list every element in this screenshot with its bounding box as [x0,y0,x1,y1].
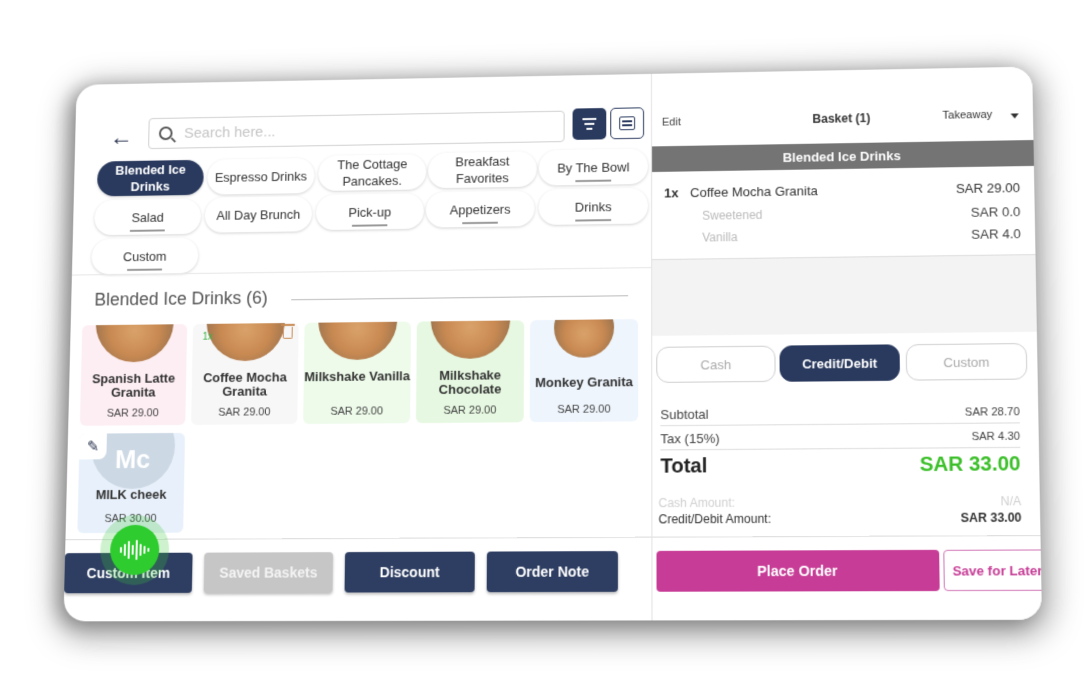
underline [462,221,498,225]
sound-wave-icon [109,524,160,576]
pencil-icon[interactable]: ✎ [79,433,107,460]
modifier-price: SAR 4.0 [971,226,1021,242]
basket-modifier: Vanilla SAR 4.0 [664,226,1021,245]
category-cottage-pancakes[interactable]: The Cottage Pancakes. [318,154,427,192]
card-amount-row: Credit/Debit Amount: SAR 33.00 [658,510,1021,526]
filter-button[interactable] [572,107,607,140]
tab-credit-debit[interactable]: Credit/Debit [779,344,900,382]
section-title: Blended Ice Drinks (6) [94,287,268,310]
item-price: SAR 29.00 [955,180,1021,197]
divider [660,422,1020,427]
cash-amount-value: N/A [1000,493,1022,509]
product-card[interactable]: Spanish Latte Granita SAR 29.00 [79,324,188,426]
category-tabs: Blended Ice Drinks Espresso Drinks The C… [91,148,649,275]
category-custom[interactable]: Custom [91,237,199,275]
section-divider [291,295,629,301]
underline [575,219,612,222]
product-name: MILK cheek [95,486,167,503]
product-price: SAR 29.00 [330,405,384,418]
filter-icon [582,117,597,130]
basket-panel: Edit Basket (1) Takeaway Blended Ice Dri… [651,66,1042,621]
underline [575,179,612,183]
product-name: Monkey Granita [535,374,633,391]
total-value: SAR 33.00 [919,453,1021,477]
item-quantity: 1x [664,185,679,201]
product-card[interactable]: 1x Coffee Mocha Granita SAR 29.00 [191,322,299,425]
item-name: Coffee Mocha Granita [690,183,818,201]
trash-icon[interactable] [282,326,293,339]
category-all-day-brunch[interactable]: All Day Brunch [204,196,313,233]
product-name: Milkshake Chocolate [438,367,502,397]
product-name: Spanish Latte Granita [91,370,176,400]
product-image [553,319,615,358]
category-appetizers[interactable]: Appetizers [425,190,535,228]
back-arrow-icon[interactable]: ← [110,124,134,151]
saved-baskets-button[interactable]: Saved Baskets [203,552,334,593]
product-image [430,320,511,360]
category-espresso-drinks[interactable]: Espresso Drinks [207,157,315,195]
product-image [94,324,175,363]
product-card[interactable]: Milkshake Chocolate SAR 29.00 [416,320,525,424]
pos-tablet: ← Blended Ice Drinks Espresso Drinks The… [63,66,1042,622]
underline [351,224,388,227]
basket-empty-area [652,255,1037,336]
tab-cash[interactable]: Cash [656,345,776,383]
product-name: Coffee Mocha Granita [202,369,287,399]
save-for-later-button[interactable]: Save for Later [943,549,1042,592]
basket-group-header: Blended Ice Drinks [652,140,1034,173]
product-card[interactable]: Milkshake Vanilla SAR 29.00 [303,321,412,425]
tab-custom[interactable]: Custom [905,343,1028,381]
quantity-badge: 1x [202,331,213,343]
category-drinks[interactable]: Drinks [538,187,649,226]
place-order-button[interactable]: Place Order [656,549,940,592]
category-by-the-bowl[interactable]: By The Bowl [538,148,649,186]
search-icon [158,126,173,141]
tax-row: Tax (15%) SAR 4.30 [660,428,1021,447]
product-price: SAR 29.00 [557,403,611,416]
subtotal-value: SAR 28.70 [964,406,1020,419]
order-type-select[interactable]: Takeaway [942,109,992,122]
card-amount-value: SAR 33.00 [960,510,1022,526]
subtotal-label: Subtotal [660,406,709,423]
product-name: Milkshake Vanilla [304,368,411,385]
product-price: SAR 29.00 [218,406,271,419]
tax-value: SAR 4.30 [971,430,1021,444]
discount-button[interactable]: Discount [344,551,475,593]
menu-panel: ← Blended Ice Drinks Espresso Drinks The… [63,73,653,622]
divider [660,446,1021,451]
chevron-down-icon[interactable] [1010,113,1019,119]
category-breakfast-favorites[interactable]: Breakfast Favorites [428,151,537,189]
product-image [317,321,398,361]
card-amount-label: Credit/Debit Amount: [658,511,772,527]
search-bar[interactable] [148,110,565,150]
divider [652,535,1041,538]
tax-label: Tax (15%) [660,430,720,447]
cash-amount-label: Cash Amount: [658,495,736,511]
category-salad[interactable]: Salad [94,198,202,236]
subtotal-row: Subtotal SAR 28.70 [660,404,1019,422]
product-price: SAR 29.00 [106,407,159,420]
underline [127,268,163,271]
list-icon [619,116,636,131]
cash-amount-row: Cash Amount: N/A [658,494,1021,510]
category-pick-up[interactable]: Pick-up [315,193,425,231]
category-blended-ice-drinks[interactable]: Blended Ice Drinks [96,159,204,197]
product-card[interactable]: Monkey Granita SAR 29.00 [529,319,639,423]
modifier-price: SAR 0.0 [970,204,1021,220]
product-price: SAR 29.00 [443,404,497,417]
total-label: Total [660,455,708,478]
modifier-name: Sweetened [702,207,763,223]
list-view-button[interactable] [610,107,645,140]
order-note-button[interactable]: Order Note [486,551,618,593]
product-image [205,322,286,362]
stage: ← Blended Ice Drinks Espresso Drinks The… [0,0,1084,678]
basket-item[interactable]: 1x Coffee Mocha Granita SAR 29.00 [664,180,1020,200]
basket-modifier: Sweetened SAR 0.0 [664,204,1020,223]
search-input[interactable] [183,118,556,142]
modifier-name: Vanilla [702,230,738,245]
underline [129,229,165,232]
